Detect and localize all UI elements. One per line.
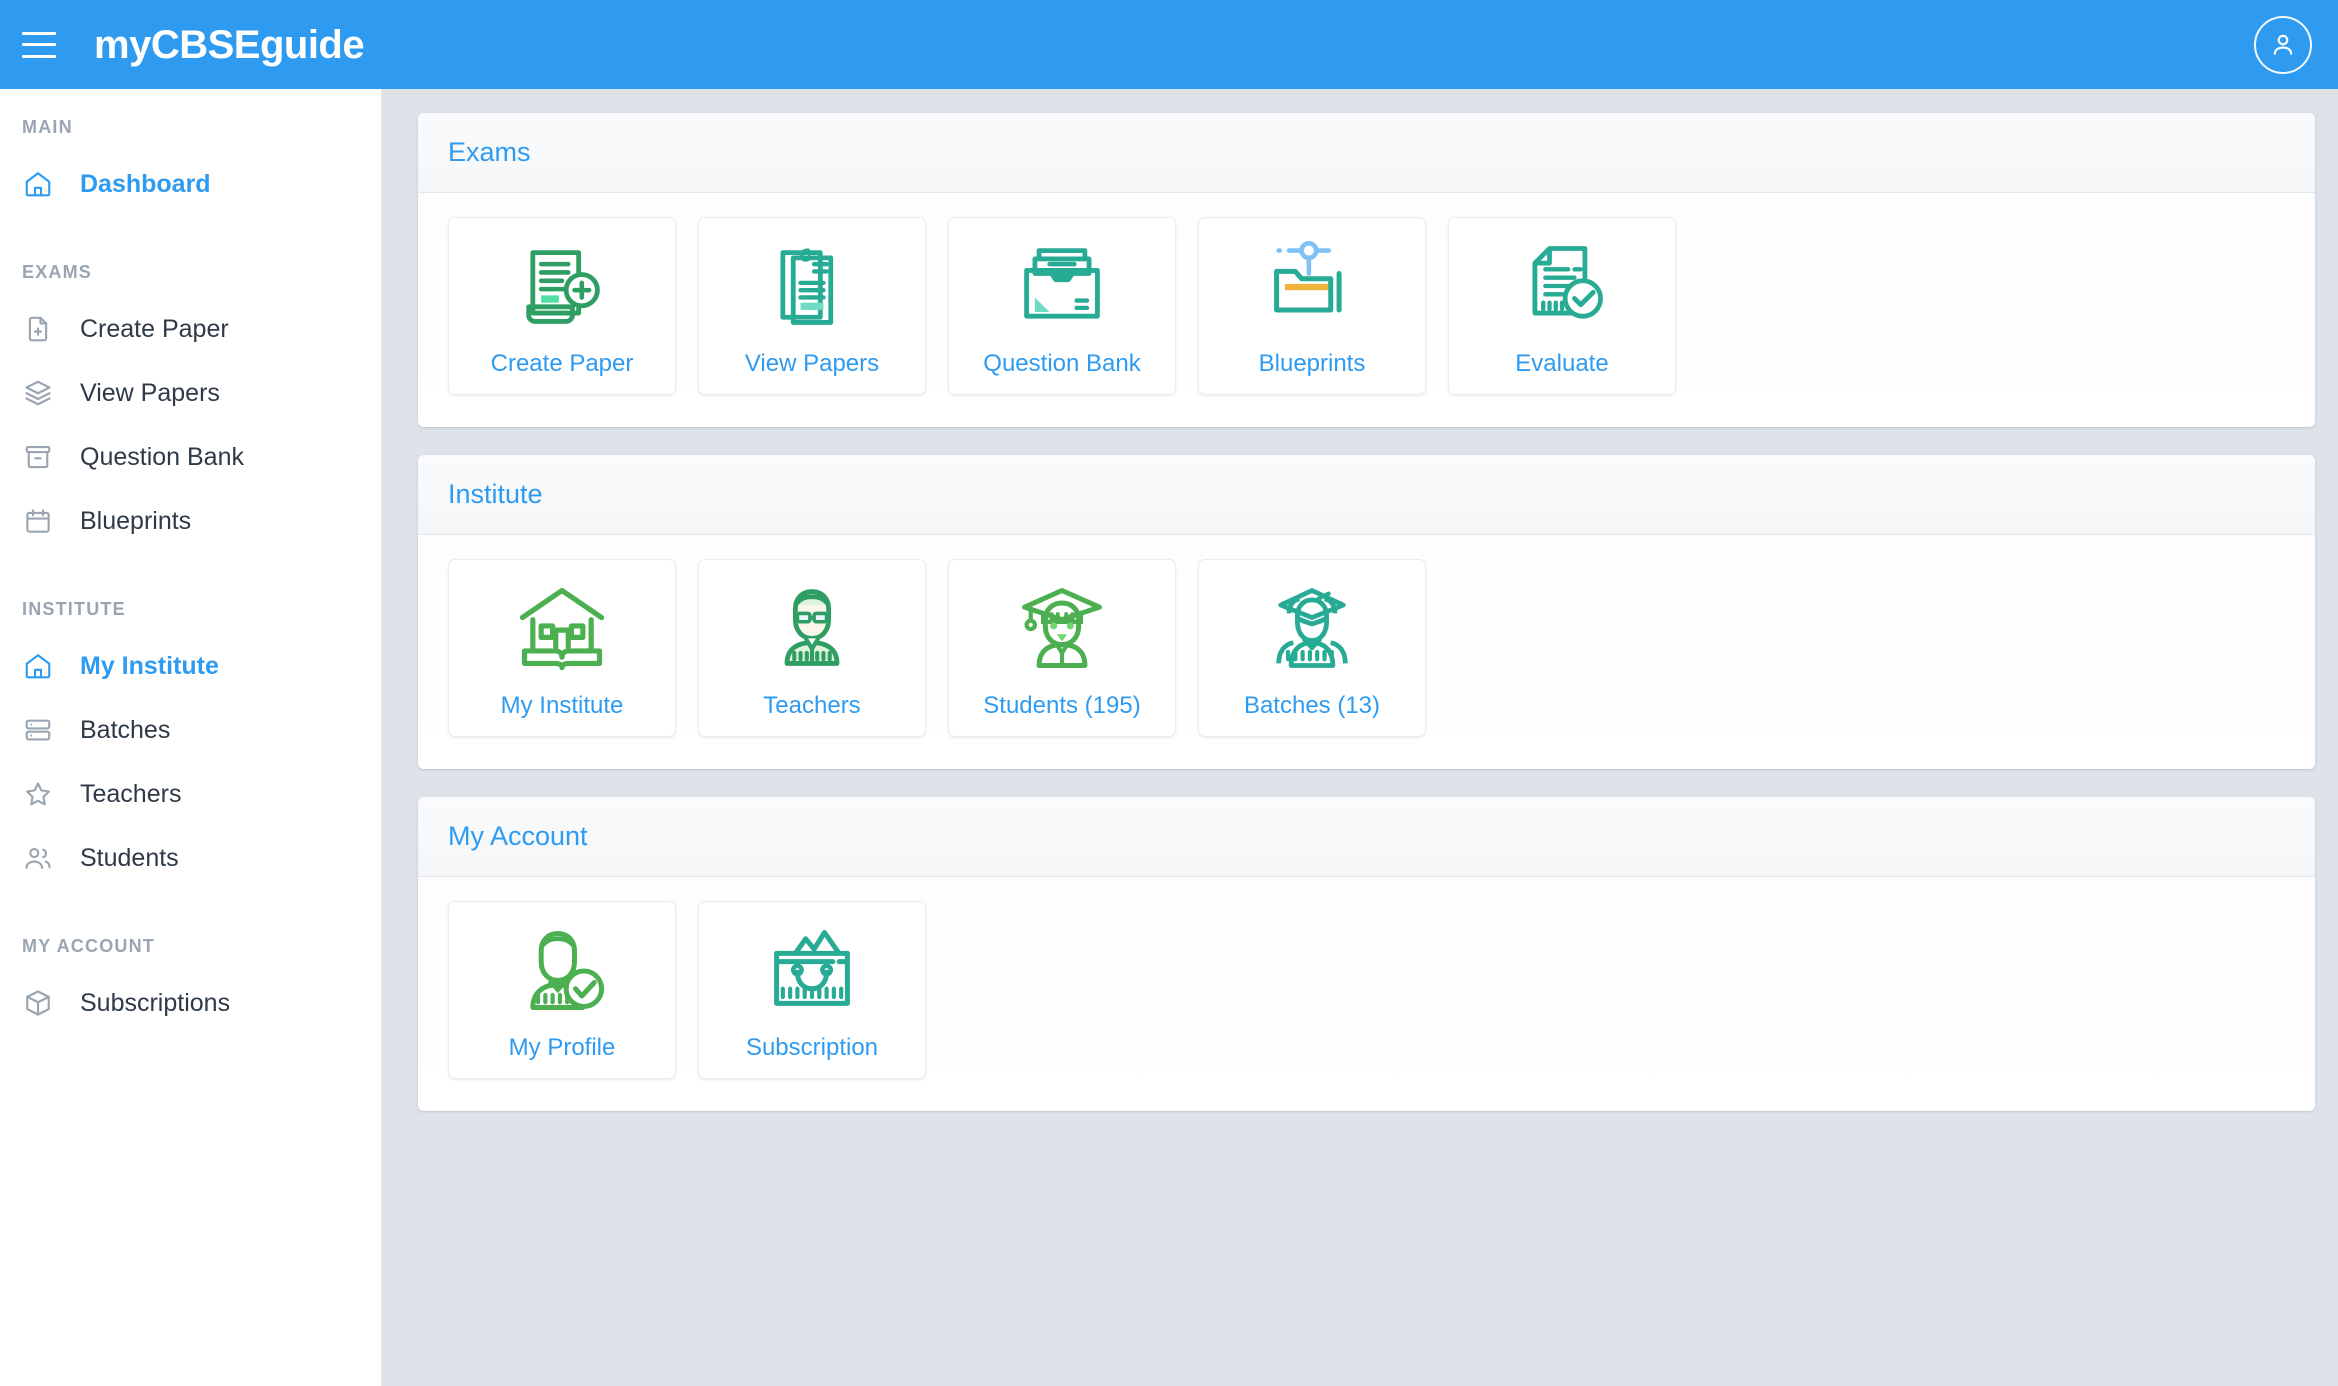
tile-students[interactable]: Students (195) bbox=[948, 559, 1176, 737]
shopping-bag-icon bbox=[757, 918, 867, 1022]
users-icon bbox=[22, 842, 54, 874]
tile-subscription[interactable]: Subscription bbox=[698, 901, 926, 1079]
file-box-icon bbox=[1007, 234, 1117, 338]
sidebar-item-label: Blueprints bbox=[80, 506, 192, 535]
sidebar-item-students[interactable]: Students bbox=[0, 826, 381, 890]
sidebar-item-label: Dashboard bbox=[80, 169, 211, 198]
panel-tile-grid: Create Paper View Papers Question Bank B… bbox=[418, 193, 2315, 427]
tile-label: My Institute bbox=[500, 692, 624, 719]
panel-title: Exams bbox=[448, 137, 531, 167]
main-content-area: Exams Create Paper View Papers Question … bbox=[383, 89, 2338, 1386]
sidebar-item-label: Teachers bbox=[80, 779, 182, 808]
tile-create-paper[interactable]: Create Paper bbox=[448, 217, 676, 395]
tile-blueprints[interactable]: Blueprints bbox=[1198, 217, 1426, 395]
panel-header: Exams bbox=[418, 113, 2315, 193]
panel-header: My Account bbox=[418, 797, 2315, 877]
user-glyph bbox=[2273, 34, 2293, 55]
star-icon bbox=[22, 778, 54, 810]
sidebar-item-label: Subscriptions bbox=[80, 988, 231, 1017]
sidebar-item-view-papers[interactable]: View Papers bbox=[0, 361, 381, 425]
graduates-group-icon bbox=[1257, 576, 1367, 680]
tile-view-papers[interactable]: View Papers bbox=[698, 217, 926, 395]
user-circle-icon[interactable] bbox=[2254, 16, 2312, 74]
sidebar-navigation: MAIN Dashboard EXAMS Create Paper View Paper… bbox=[0, 89, 382, 1386]
tile-label: Evaluate bbox=[1515, 350, 1609, 377]
calendar-icon bbox=[22, 505, 54, 537]
folder-node-icon bbox=[1257, 234, 1367, 338]
panel-title: Institute bbox=[448, 479, 543, 509]
document-check-icon bbox=[1507, 234, 1617, 338]
sidebar-item-label: View Papers bbox=[80, 378, 220, 407]
home-icon bbox=[22, 168, 54, 200]
sidebar-item-label: Question Bank bbox=[80, 442, 244, 471]
clipboard-pages-icon bbox=[757, 234, 867, 338]
profile-check-icon bbox=[507, 918, 617, 1022]
sidebar-section-title: INSTITUTE bbox=[22, 599, 126, 619]
panel-my-account: My Account My Profile Subscription bbox=[418, 797, 2315, 1111]
graduate-student-icon bbox=[1007, 576, 1117, 680]
tile-label: Batches (13) bbox=[1243, 692, 1381, 719]
tile-question-bank[interactable]: Question Bank bbox=[948, 217, 1176, 395]
archive-icon bbox=[22, 441, 54, 473]
sidebar-item-label: Students bbox=[80, 843, 179, 872]
tile-my-profile[interactable]: My Profile bbox=[448, 901, 676, 1079]
tile-label: Blueprints bbox=[1258, 350, 1366, 377]
tile-batches[interactable]: Batches (13) bbox=[1198, 559, 1426, 737]
layers-icon bbox=[22, 377, 54, 409]
sidebar-item-question-bank[interactable]: Question Bank bbox=[0, 425, 381, 489]
sidebar-item-dashboard[interactable]: Dashboard bbox=[0, 152, 381, 216]
sidebar-item-teachers[interactable]: Teachers bbox=[0, 762, 381, 826]
sidebar-item-create-paper[interactable]: Create Paper bbox=[0, 297, 381, 361]
sidebar-section-title: EXAMS bbox=[22, 262, 93, 282]
tile-label: Subscription bbox=[745, 1034, 879, 1061]
app-brand-title: myCBSEguide bbox=[94, 22, 365, 67]
panel-institute: Institute My Institute Teachers Students… bbox=[418, 455, 2315, 769]
school-book-icon bbox=[507, 576, 617, 680]
tile-label: Students (195) bbox=[983, 692, 1141, 719]
document-plus-icon bbox=[507, 234, 617, 338]
server-icon bbox=[22, 714, 54, 746]
sidebar-item-label: Batches bbox=[80, 715, 171, 744]
sidebar-item-subscriptions[interactable]: Subscriptions bbox=[0, 971, 381, 1035]
tile-label: Question Bank bbox=[983, 350, 1141, 377]
tile-my-institute[interactable]: My Institute bbox=[448, 559, 676, 737]
sidebar-item-blueprints[interactable]: Blueprints bbox=[0, 489, 381, 553]
box-icon bbox=[22, 987, 54, 1019]
tile-label: My Profile bbox=[508, 1034, 616, 1061]
sidebar-section-title: MAIN bbox=[22, 117, 73, 137]
file-plus-icon bbox=[22, 313, 54, 345]
panel-title: My Account bbox=[448, 821, 588, 851]
teacher-icon bbox=[757, 576, 867, 680]
hamburger-icon[interactable] bbox=[22, 31, 56, 58]
tile-teachers[interactable]: Teachers bbox=[698, 559, 926, 737]
panel-header: Institute bbox=[418, 455, 2315, 535]
tile-evaluate[interactable]: Evaluate bbox=[1448, 217, 1676, 395]
sidebar-item-my-institute[interactable]: My Institute bbox=[0, 634, 381, 698]
sidebar-item-label: Create Paper bbox=[80, 314, 229, 343]
tile-label: View Papers bbox=[744, 350, 880, 377]
panel-tile-grid: My Institute Teachers Students (195) Bat… bbox=[418, 535, 2315, 769]
top-header-bar: myCBSEguide bbox=[0, 0, 2338, 89]
panel-exams: Exams Create Paper View Papers Question … bbox=[418, 113, 2315, 427]
tile-label: Create Paper bbox=[490, 350, 634, 377]
home-icon bbox=[22, 650, 54, 682]
sidebar-item-label: My Institute bbox=[80, 651, 219, 680]
sidebar-section-title: MY ACCOUNT bbox=[22, 936, 155, 956]
tile-label: Teachers bbox=[763, 692, 861, 719]
panel-tile-grid: My Profile Subscription bbox=[418, 877, 2315, 1111]
sidebar-item-batches[interactable]: Batches bbox=[0, 698, 381, 762]
